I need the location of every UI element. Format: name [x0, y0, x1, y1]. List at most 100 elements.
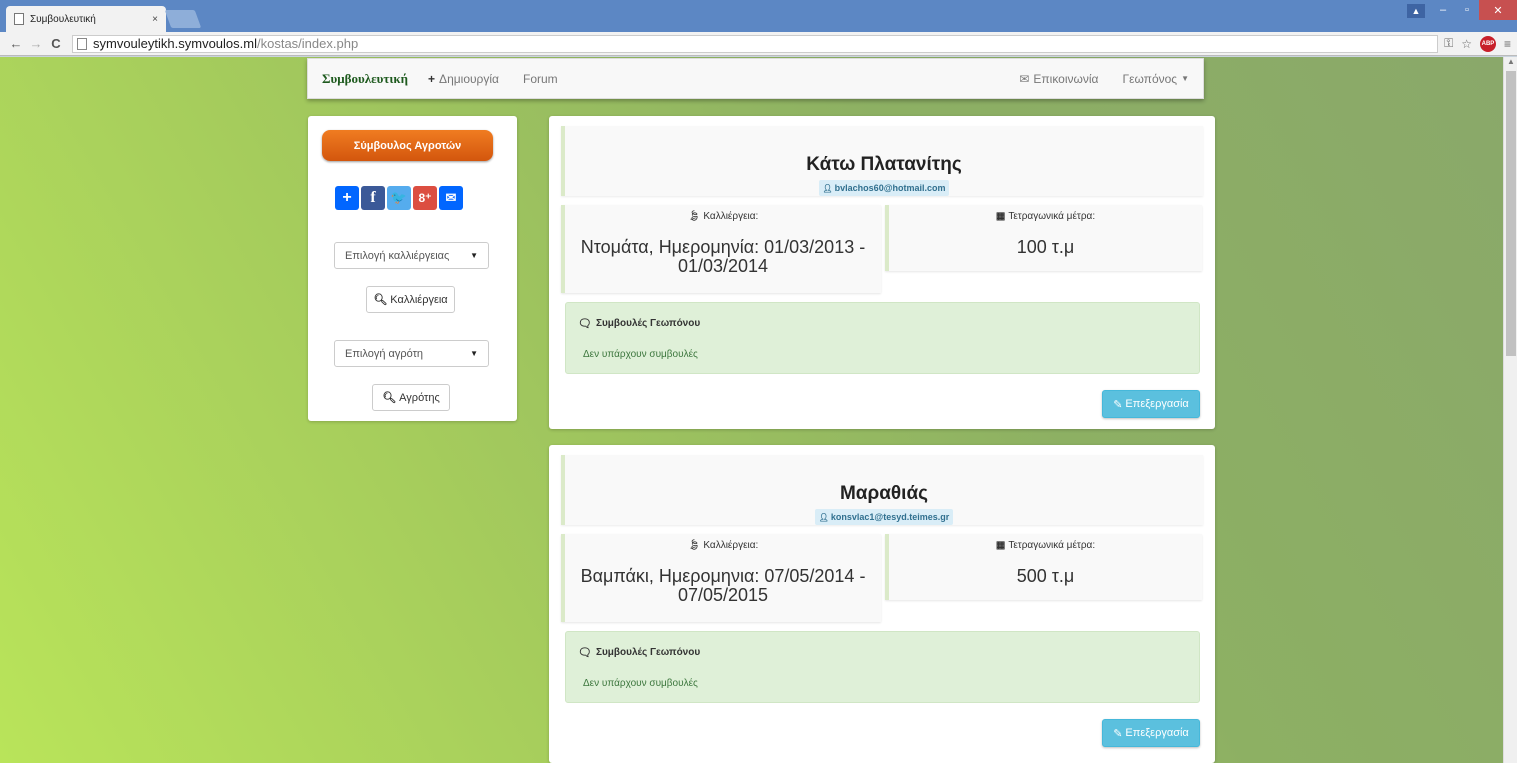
- crop-label-text: Καλλιέργεια:: [703, 540, 759, 551]
- browser-title-bar: Συμβουλευτική × ▲ – ▫ ✕: [0, 0, 1517, 32]
- restore-icon[interactable]: ▫: [1455, 0, 1479, 20]
- search-icon: 🔍︎: [373, 294, 388, 306]
- user-icon: 👤︎: [822, 183, 833, 193]
- top-navbar: Συμβουλευτική + Δημιουργία Forum ✉ Επικο…: [307, 58, 1204, 99]
- card-header: Κάτω Πλατανίτης 👤︎ bvlachos60@hotmail.co…: [561, 126, 1203, 196]
- area-info-box: ▦ Τετραγωνικά μέτρα: 500 τ.μ: [885, 534, 1202, 600]
- user-dropdown-label: Γεωπόνος: [1122, 71, 1178, 86]
- farmer-select-value: Επιλογή αγρότη: [345, 347, 424, 360]
- crop-select-value: Επιλογή καλλιέργειας: [345, 249, 450, 262]
- crop-search-button[interactable]: 🔍︎ Καλλιέργεια: [366, 286, 455, 313]
- leaf-icon: 🍃︎: [687, 540, 701, 551]
- addthis-plus-icon[interactable]: +: [335, 186, 359, 210]
- advice-text: Δεν υπάρχουν συμβουλές: [583, 349, 698, 360]
- nav-contact-label: Επικοινωνία: [1033, 71, 1099, 86]
- scrollbar-thumb[interactable]: [1506, 71, 1516, 356]
- field-card: Μαραθιάς 👤︎ konsvlac1@tesyd.teimes.gr 🍃︎…: [549, 445, 1215, 763]
- new-tab-button[interactable]: [164, 10, 202, 28]
- farmers-advisor-button[interactable]: Σύμβουλος Αγροτών: [322, 130, 493, 161]
- leaf-icon: 🍃︎: [687, 211, 701, 222]
- browser-tab[interactable]: Συμβουλευτική ×: [6, 6, 166, 32]
- area-label: ▦ Τετραγωνικά μέτρα:: [889, 540, 1202, 551]
- field-title: Μαραθιάς: [839, 483, 929, 504]
- crop-value: Βαμπάκι, Ημερομηνια: 07/05/2014 - 07/05/…: [580, 566, 866, 605]
- crop-label-text: Καλλιέργεια:: [703, 211, 759, 222]
- brand-link[interactable]: Συμβουλευτική: [322, 71, 408, 87]
- crop-info-box: 🍃︎ Καλλιέργεια: Ντομάτα, Ημερομηνία: 01/…: [561, 205, 881, 293]
- area-label-text: Τετραγωνικά μέτρα:: [1008, 211, 1096, 222]
- reload-icon[interactable]: C: [46, 36, 66, 51]
- email-text: bvlachos60@hotmail.com: [834, 183, 946, 193]
- twitter-icon[interactable]: 🐦: [387, 186, 411, 210]
- crop-label: 🍃︎ Καλλιέργεια:: [565, 540, 881, 551]
- advice-panel: 🗨︎ Συμβουλές Γεωπόνου Δεν υπάρχουν συμβο…: [565, 631, 1200, 703]
- nav-create[interactable]: + Δημιουργία: [428, 72, 499, 86]
- crop-label: 🍃︎ Καλλιέργεια:: [565, 211, 881, 222]
- close-window-icon[interactable]: ✕: [1479, 0, 1517, 20]
- user-icon[interactable]: ▲: [1407, 4, 1425, 18]
- crop-value: Ντομάτα, Ημερομηνία: 01/03/2013 - 01/03/…: [580, 237, 866, 276]
- advice-text: Δεν υπάρχουν συμβουλές: [583, 678, 698, 689]
- area-info-box: ▦ Τετραγωνικά μέτρα: 100 τ.μ: [885, 205, 1202, 271]
- user-dropdown[interactable]: Γεωπόνος ▼: [1123, 72, 1190, 86]
- farmer-search-button[interactable]: 🔍︎ Αγρότης: [372, 384, 450, 411]
- caret-down-icon: ▼: [1181, 74, 1189, 83]
- edit-button[interactable]: ✎ Επεξεργασία: [1102, 719, 1200, 747]
- area-label-text: Τετραγωνικά μέτρα:: [1008, 540, 1096, 551]
- star-icon[interactable]: ☆: [1461, 37, 1472, 51]
- card-header: Μαραθιάς 👤︎ konsvlac1@tesyd.teimes.gr: [561, 455, 1203, 525]
- scroll-up-icon[interactable]: ▲: [1504, 57, 1517, 69]
- advice-title-text: Συμβουλές Γεωπόνου: [595, 318, 701, 329]
- google-plus-icon[interactable]: 8⁺: [413, 186, 437, 210]
- field-card: Κάτω Πλατανίτης 👤︎ bvlachos60@hotmail.co…: [549, 116, 1215, 429]
- nav-forum[interactable]: Forum: [523, 72, 558, 86]
- crop-search-label: Καλλιέργεια: [390, 293, 448, 306]
- nav-contact[interactable]: ✉ Επικοινωνία: [1019, 72, 1098, 86]
- sidebar-panel: Σύμβουλος Αγροτών + f 🐦 8⁺ ✉ Επιλογή καλ…: [308, 116, 517, 421]
- forward-icon[interactable]: →: [26, 36, 46, 51]
- url-path: /kostas/index.php: [257, 36, 359, 51]
- farmer-select[interactable]: Επιλογή αγρότη ▼: [334, 340, 489, 367]
- plus-icon: +: [428, 71, 436, 86]
- page-viewport: Συμβουλευτική + Δημιουργία Forum ✉ Επικο…: [0, 57, 1517, 763]
- page-scrollbar[interactable]: ▲: [1503, 57, 1517, 763]
- user-icon: 👤︎: [818, 512, 829, 522]
- crop-select[interactable]: Επιλογή καλλιέργειας ▼: [334, 242, 489, 269]
- adblock-icon[interactable]: ABP: [1479, 35, 1496, 52]
- back-icon[interactable]: ←: [6, 36, 26, 51]
- area-value: 500 τ.μ: [1016, 566, 1075, 586]
- tab-title: Συμβουλευτική: [30, 13, 96, 25]
- envelope-icon: ✉: [1019, 71, 1030, 86]
- advice-panel: 🗨︎ Συμβουλές Γεωπόνου Δεν υπάρχουν συμβο…: [565, 302, 1200, 374]
- edit-button-label: Επεξεργασία: [1125, 398, 1189, 410]
- edit-button-label: Επεξεργασία: [1125, 727, 1189, 739]
- menu-icon[interactable]: ≡: [1504, 37, 1511, 51]
- farmer-search-label: Αγρότης: [399, 391, 440, 404]
- share-buttons: + f 🐦 8⁺ ✉: [335, 186, 463, 210]
- select-arrow-icon: ▼: [470, 349, 478, 358]
- grid-icon: ▦: [995, 540, 1006, 551]
- page-icon: [77, 37, 87, 50]
- tab-close-icon[interactable]: ×: [152, 14, 158, 25]
- advice-title: 🗨︎ Συμβουλές Γεωπόνου: [578, 646, 700, 659]
- url-host: symvouleytikh.symvoulos.ml: [93, 36, 257, 51]
- facebook-icon[interactable]: f: [361, 186, 385, 210]
- page-icon: [14, 13, 24, 25]
- url-input[interactable]: symvouleytikh.symvoulos.ml /kostas/index…: [72, 34, 1439, 53]
- minimize-icon[interactable]: –: [1431, 0, 1455, 20]
- address-bar: ← → C symvouleytikh.symvoulos.ml /kostas…: [0, 32, 1517, 56]
- advice-title: 🗨︎ Συμβουλές Γεωπόνου: [578, 317, 700, 330]
- field-title: Κάτω Πλατανίτης: [806, 154, 962, 175]
- edit-icon: ✎: [1113, 727, 1123, 740]
- grid-icon: ▦: [995, 211, 1006, 222]
- key-icon[interactable]: ⚿: [1444, 36, 1453, 51]
- edit-button[interactable]: ✎ Επεξεργασία: [1102, 390, 1200, 418]
- email-badge: 👤︎ bvlachos60@hotmail.com: [818, 180, 950, 196]
- email-share-icon[interactable]: ✉: [439, 186, 463, 210]
- advisor-icon: 🗨︎: [578, 318, 592, 330]
- area-label: ▦ Τετραγωνικά μέτρα:: [889, 211, 1202, 222]
- select-arrow-icon: ▼: [470, 251, 478, 260]
- nav-create-label: Δημιουργία: [439, 71, 499, 86]
- email-badge: 👤︎ konsvlac1@tesyd.teimes.gr: [814, 509, 954, 525]
- area-value: 100 τ.μ: [1016, 237, 1075, 257]
